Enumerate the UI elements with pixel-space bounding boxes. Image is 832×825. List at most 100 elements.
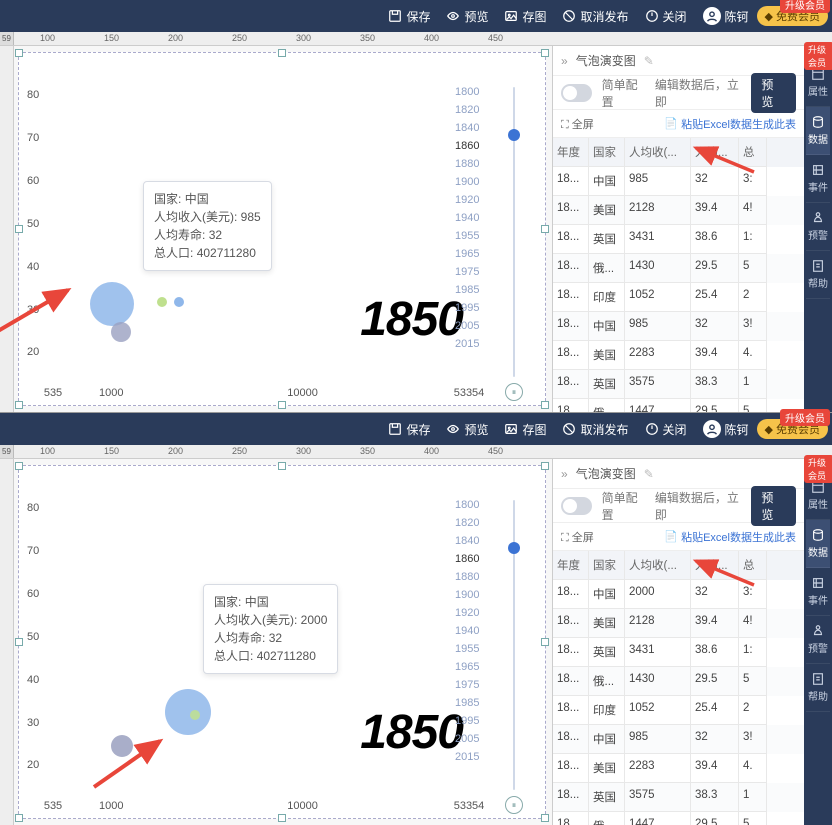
table-row[interactable]: 18...俄...144729.55: [553, 399, 804, 412]
side-tab-alert[interactable]: 预警: [806, 616, 830, 664]
preview-button[interactable]: 预览: [438, 8, 496, 25]
chevron-right-icon[interactable]: »: [561, 467, 568, 481]
table-row[interactable]: 18...英国343138.61:: [553, 638, 804, 667]
year-scale-tick[interactable]: 1820: [455, 514, 495, 532]
table-row[interactable]: 18...印度105225.42: [553, 283, 804, 312]
bubble[interactable]: [111, 322, 131, 342]
bubble-china[interactable]: [165, 689, 211, 735]
year-scale-tick[interactable]: 1995: [455, 712, 495, 730]
year-scale-tick[interactable]: 1965: [455, 245, 495, 263]
table-row[interactable]: 18...美国212839.44!: [553, 196, 804, 225]
data-table[interactable]: 年度国家人均收(...人均...总 18...中国985323:18...美国2…: [553, 138, 804, 412]
preview-action-button[interactable]: 预 览: [751, 73, 796, 113]
table-row[interactable]: 18...中国2000323:: [553, 580, 804, 609]
edit-icon[interactable]: ✎: [644, 54, 654, 68]
year-scale-tick[interactable]: 1985: [455, 694, 495, 712]
year-scale-tick[interactable]: 1840: [455, 532, 495, 550]
upgrade-tag[interactable]: 升级会员: [804, 455, 832, 483]
year-scale-tick[interactable]: 1965: [455, 658, 495, 676]
upgrade-tag[interactable]: 升级会员: [804, 42, 832, 70]
year-slider-thumb[interactable]: [508, 542, 520, 554]
year-scale-tick[interactable]: 1975: [455, 263, 495, 281]
paste-excel-link[interactable]: 📄 粘贴Excel数据生成此表: [664, 529, 796, 545]
user-avatar[interactable]: 陈钶: [695, 7, 757, 25]
bubble[interactable]: [111, 735, 133, 757]
bubble-china[interactable]: [90, 282, 134, 326]
year-scale-tick[interactable]: 2015: [455, 335, 495, 353]
year-scale-tick[interactable]: 2005: [455, 730, 495, 748]
table-row[interactable]: 18...俄...143029.55: [553, 254, 804, 283]
year-scale-tick[interactable]: 1820: [455, 101, 495, 119]
year-scale-tick[interactable]: 1860: [455, 137, 495, 155]
year-scale-tick[interactable]: 1800: [455, 496, 495, 514]
table-row[interactable]: 18...中国985323!: [553, 725, 804, 754]
paste-excel-link[interactable]: 📄 粘贴Excel数据生成此表: [664, 116, 796, 132]
year-slider-thumb[interactable]: [508, 129, 520, 141]
table-row[interactable]: 18...美国212839.44!: [553, 609, 804, 638]
preview-action-button[interactable]: 预 览: [751, 486, 796, 526]
upgrade-tag[interactable]: 升级会员: [780, 409, 830, 426]
year-scale-tick[interactable]: 1940: [455, 622, 495, 640]
year-scale-tick[interactable]: 1985: [455, 281, 495, 299]
preview-button[interactable]: 预览: [438, 421, 496, 438]
pause-button[interactable]: ⏸: [505, 383, 523, 401]
side-tab-alert[interactable]: 预警: [806, 203, 830, 251]
edit-icon[interactable]: ✎: [644, 467, 654, 481]
save-button[interactable]: 保存: [380, 421, 438, 438]
unpublish-button[interactable]: 取消发布: [554, 8, 636, 25]
year-scale-tick[interactable]: 1920: [455, 191, 495, 209]
pause-button[interactable]: ⏸: [505, 796, 523, 814]
year-scale-tick[interactable]: 1975: [455, 676, 495, 694]
upgrade-tag[interactable]: 升级会员: [780, 0, 830, 13]
year-scale-tick[interactable]: 1955: [455, 227, 495, 245]
year-scale-tick[interactable]: 1940: [455, 209, 495, 227]
year-scale-tick[interactable]: 1900: [455, 173, 495, 191]
table-row[interactable]: 18...印度105225.42: [553, 696, 804, 725]
side-tab-data[interactable]: 数据: [806, 107, 830, 155]
fullscreen-button[interactable]: ⛶ 全屏: [561, 529, 594, 545]
side-tab-events[interactable]: 事件: [806, 155, 830, 203]
close-button[interactable]: 关闭: [637, 421, 695, 438]
unpublish-button[interactable]: 取消发布: [554, 421, 636, 438]
bubble[interactable]: [157, 297, 167, 307]
year-scale-tick[interactable]: 1995: [455, 299, 495, 317]
fullscreen-button[interactable]: ⛶ 全屏: [561, 116, 594, 132]
table-row[interactable]: 18...中国985323:: [553, 167, 804, 196]
bubble[interactable]: [174, 297, 184, 307]
side-tab-data[interactable]: 数据: [806, 520, 830, 568]
side-tab-help[interactable]: 帮助: [806, 664, 830, 712]
save-button[interactable]: 保存: [380, 8, 438, 25]
year-scale-tick[interactable]: 1880: [455, 155, 495, 173]
table-row[interactable]: 18...英国357538.31: [553, 370, 804, 399]
table-row[interactable]: 18...英国357538.31: [553, 783, 804, 812]
table-row[interactable]: 18...美国228339.44.: [553, 341, 804, 370]
saveimg-button[interactable]: 存图: [496, 421, 554, 438]
user-avatar[interactable]: 陈钶: [695, 420, 757, 438]
year-scale-tick[interactable]: 1920: [455, 604, 495, 622]
year-scale-tick[interactable]: 1880: [455, 568, 495, 586]
close-button[interactable]: 关闭: [637, 8, 695, 25]
year-scale-tick[interactable]: 1800: [455, 83, 495, 101]
side-tab-events[interactable]: 事件: [806, 568, 830, 616]
side-tab-help[interactable]: 帮助: [806, 251, 830, 299]
year-scale-tick[interactable]: 2015: [455, 748, 495, 766]
simple-config-toggle[interactable]: [561, 497, 592, 515]
year-scale-tick[interactable]: 1840: [455, 119, 495, 137]
chevron-right-icon[interactable]: »: [561, 54, 568, 68]
avatar-icon: [703, 420, 721, 438]
simple-config-toggle[interactable]: [561, 84, 592, 102]
table-row[interactable]: 18...俄...144729.55: [553, 812, 804, 825]
bubble-chart[interactable]: 80 70 60 50 40 30 20 535 1000 10000 5335…: [18, 52, 546, 406]
year-scale-tick[interactable]: 1955: [455, 640, 495, 658]
year-scale-tick[interactable]: 2005: [455, 317, 495, 335]
table-row[interactable]: 18...俄...143029.55: [553, 667, 804, 696]
bubble-chart[interactable]: 80 70 60 50 40 30 20 535 1000 10000 5335…: [18, 465, 546, 819]
table-row[interactable]: 18...美国228339.44.: [553, 754, 804, 783]
table-row[interactable]: 18...中国985323!: [553, 312, 804, 341]
table-row[interactable]: 18...英国343138.61:: [553, 225, 804, 254]
ruler-tick: 200: [168, 33, 183, 43]
year-scale-tick[interactable]: 1900: [455, 586, 495, 604]
year-scale-tick[interactable]: 1860: [455, 550, 495, 568]
saveimg-button[interactable]: 存图: [496, 8, 554, 25]
data-table[interactable]: 年度国家人均收(...人均...总 18...中国2000323:18...美国…: [553, 551, 804, 825]
